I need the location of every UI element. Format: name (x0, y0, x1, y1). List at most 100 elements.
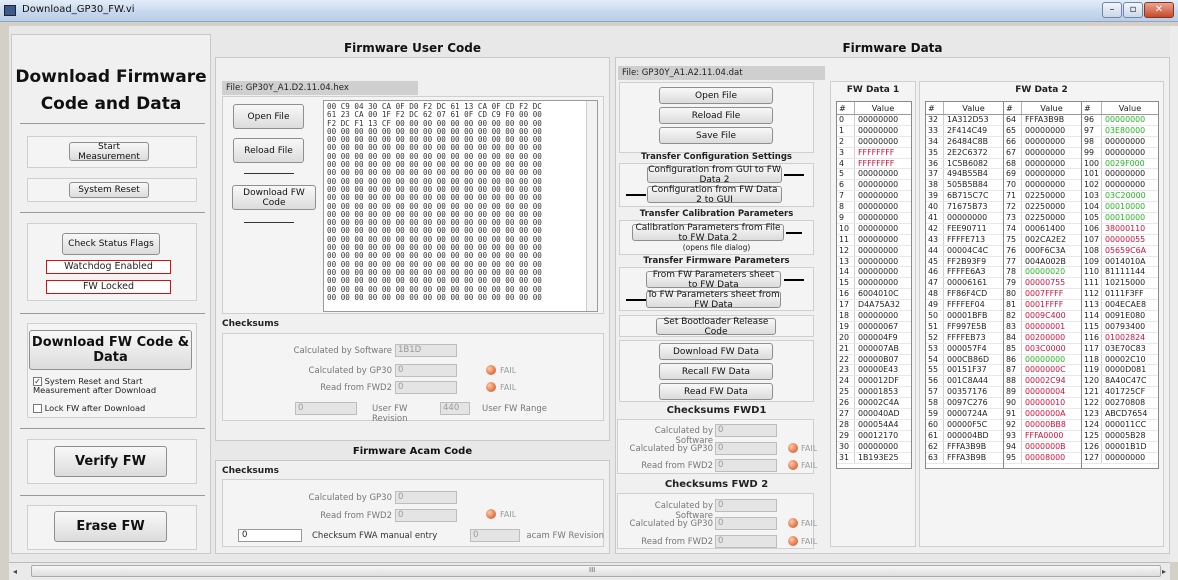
close-button[interactable]: ✕ (1144, 2, 1174, 18)
table-row[interactable]: 35 2E2C6372 (926, 147, 1003, 159)
row-value[interactable]: 81111144 (1102, 267, 1145, 277)
minimize-button[interactable]: – (1102, 2, 1122, 18)
table-row[interactable]: 73 02250000 (1004, 213, 1081, 224)
verify-fw-button[interactable]: Verify FW (54, 446, 167, 477)
config-fw-to-gui-button[interactable]: Configuration from FW Data 2 to GUI (647, 185, 782, 205)
table-row[interactable]: 117 03E70C83 (1082, 343, 1158, 355)
row-value[interactable]: 000004F9 (855, 333, 898, 343)
table-row[interactable]: 1 00000000 (837, 125, 911, 137)
row-value[interactable]: 00000000 (855, 311, 898, 321)
vertical-scrollbar[interactable] (1170, 26, 1178, 562)
table-row[interactable]: 59 0000724A (926, 409, 1003, 420)
table-row[interactable]: 116 01002824 (1082, 332, 1158, 344)
row-value[interactable]: 02250000 (1022, 191, 1065, 201)
row-value[interactable]: FF86F4CD (944, 289, 987, 299)
table-row[interactable]: 90 00000010 (1004, 398, 1081, 410)
table-row[interactable]: 64 FFFA3B9B (1004, 115, 1081, 126)
row-value[interactable]: FFFA0000 (1022, 431, 1063, 441)
row-value[interactable]: 00005B28 (1102, 431, 1146, 441)
table-row[interactable]: 94 0000000B (1004, 441, 1081, 453)
row-value[interactable]: ABCD7654 (1102, 409, 1147, 419)
table-row[interactable]: 49 FFFFEF04 (926, 300, 1003, 312)
row-value[interactable]: 00000000 (1022, 355, 1065, 365)
row-value[interactable]: 00010000 (1102, 213, 1145, 223)
row-value[interactable]: FFFA3B9B (944, 453, 986, 463)
table-row[interactable]: 69 00000000 (1004, 169, 1081, 181)
scroll-left-icon[interactable]: ◂ (13, 567, 17, 576)
table-row[interactable]: 127 00000000 (1082, 452, 1158, 464)
table-row[interactable]: 53 000057F4 (926, 343, 1003, 355)
user-open-file-button[interactable]: Open File (233, 104, 304, 129)
hex-scrollbar[interactable] (586, 101, 597, 311)
table-row[interactable]: 58 0097C276 (926, 398, 1003, 410)
table-row[interactable]: 121 401725CF (1082, 387, 1158, 399)
table-row[interactable]: 48 FF86F4CD (926, 289, 1003, 301)
row-value[interactable]: 00000020 (1022, 267, 1065, 277)
table-row[interactable]: 70 00000000 (1004, 180, 1081, 192)
row-value[interactable]: FEE90711 (944, 224, 987, 234)
table-row[interactable]: 17 D4A75A32 (837, 300, 911, 312)
table-row[interactable]: 103 03C20000 (1082, 191, 1158, 203)
table-row[interactable]: 77 004A002B (1004, 256, 1081, 268)
table-row[interactable]: 34 26484C8B (926, 136, 1003, 148)
reset-after-download-option[interactable]: ✓ System Reset and Start Measurement aft… (33, 377, 195, 395)
row-value[interactable]: 05659C6A (1102, 246, 1146, 256)
table-row[interactable]: 95 00008000 (1004, 452, 1081, 464)
row-value[interactable]: FFFFE6A3 (944, 267, 986, 277)
recall-fw-data-button[interactable]: Recall FW Data (659, 363, 773, 380)
table-row[interactable]: 107 00000055 (1082, 234, 1158, 246)
row-value[interactable]: 000011CC (1102, 420, 1146, 430)
row-value[interactable]: 03E70C83 (1102, 344, 1146, 354)
table-row[interactable]: 96 00000000 (1082, 115, 1158, 126)
row-value[interactable]: 10215000 (1102, 278, 1145, 288)
table-row[interactable]: 44 00004C4C (926, 245, 1003, 257)
table-row[interactable]: 27 000040AD (837, 409, 911, 420)
row-value[interactable]: 000054A4 (855, 420, 899, 430)
row-value[interactable]: 00151F37 (944, 365, 987, 375)
table-row[interactable]: 30 00000000 (837, 441, 911, 453)
table-row[interactable]: 36 1C5B6082 (926, 158, 1003, 170)
table-row[interactable]: 41 00000000 (926, 213, 1003, 224)
table-row[interactable]: 24 000012DF (837, 376, 911, 388)
row-value[interactable]: 505B5B84 (944, 180, 988, 190)
table-row[interactable]: 126 00001B1D (1082, 441, 1158, 453)
table-row[interactable]: 56 001C8A44 (926, 376, 1003, 388)
table-row[interactable]: 83 00000001 (1004, 321, 1081, 333)
row-value[interactable]: 00002C94 (1022, 376, 1066, 386)
row-value[interactable]: 00001B1D (1102, 442, 1147, 452)
table-row[interactable]: 15 00000000 (837, 278, 911, 290)
table-row[interactable]: 111 10215000 (1082, 278, 1158, 290)
table-row[interactable]: 84 00200000 (1004, 332, 1081, 344)
table-row[interactable]: 68 00000000 (1004, 158, 1081, 170)
table-row[interactable]: 37 494B55B4 (926, 169, 1003, 181)
row-value[interactable]: 00000000 (855, 202, 898, 212)
row-value[interactable]: 00000000 (855, 191, 898, 201)
lock-fw-checkbox[interactable] (33, 404, 42, 413)
row-value[interactable]: 00000000 (1102, 169, 1145, 179)
table-row[interactable]: 18 00000000 (837, 311, 911, 322)
table-row[interactable]: 71 02250000 (1004, 191, 1081, 203)
table-row[interactable]: 21 000007AB (837, 343, 911, 355)
row-value[interactable]: 00006161 (944, 278, 987, 288)
table-row[interactable]: 23 00000E43 (837, 365, 911, 377)
table-row[interactable]: 42 FEE90711 (926, 223, 1003, 235)
table-row[interactable]: 16 6004010C (837, 289, 911, 301)
table-row[interactable]: 112 0111F3FF (1082, 289, 1158, 301)
row-value[interactable]: 0014010A (1102, 257, 1146, 267)
read-fw-data-button[interactable]: Read FW Data (659, 383, 773, 400)
row-value[interactable]: 00000067 (855, 322, 898, 332)
row-value[interactable]: 2F414C49 (944, 126, 987, 136)
table-row[interactable]: 125 00005B28 (1082, 430, 1158, 442)
table-row[interactable]: 88 00002C94 (1004, 376, 1081, 388)
row-value[interactable]: 000007AB (855, 344, 899, 354)
maximize-button[interactable]: ▫ (1123, 2, 1143, 18)
row-value[interactable]: 00000000 (1102, 453, 1145, 463)
scroll-thumb[interactable] (31, 565, 1161, 577)
fw-params-to-data-button[interactable]: From FW Parameters sheet to FW Data (646, 270, 781, 290)
row-value[interactable]: 00000000 (855, 115, 898, 125)
table-row[interactable]: 0 00000000 (837, 115, 911, 126)
table-row[interactable]: 76 000F6C3A (1004, 245, 1081, 257)
table-row[interactable]: 105 00010000 (1082, 213, 1158, 224)
row-value[interactable]: 002CA2E2 (1022, 235, 1066, 245)
row-value[interactable]: 00000000 (855, 169, 898, 179)
